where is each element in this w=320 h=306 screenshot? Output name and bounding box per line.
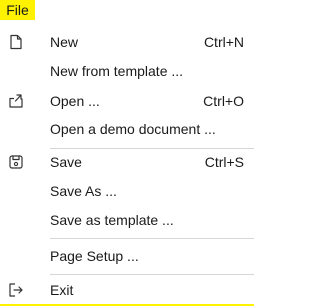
menu-item-new-from-template[interactable]: New from template ... — [0, 57, 254, 85]
file-menu-dropdown: New Ctrl+N New from template ... Open ..… — [0, 20, 254, 304]
menu-item-label: Open a demo document ... — [50, 121, 216, 137]
new-document-icon — [8, 34, 24, 50]
menu-item-shortcut: Ctrl+O — [203, 93, 244, 109]
menu-item-open[interactable]: Open ... Ctrl+O — [0, 87, 254, 115]
menu-item-label: Open ... — [50, 93, 100, 109]
menu-item-label: Exit — [50, 282, 74, 298]
menu-item-open-demo[interactable]: Open a demo document ... — [0, 115, 254, 143]
menu-item-label: Save — [50, 154, 82, 170]
exit-icon — [8, 282, 24, 298]
file-menu-tab[interactable]: File — [0, 0, 35, 20]
open-folder-icon — [8, 93, 24, 109]
menu-item-new[interactable]: New Ctrl+N — [0, 28, 254, 56]
menu-item-save-as[interactable]: Save As ... — [0, 177, 254, 205]
menu-item-save-as-template[interactable]: Save as template ... — [0, 206, 254, 234]
menu-item-shortcut: Ctrl+S — [204, 154, 244, 170]
menu-item-save[interactable]: Save Ctrl+S — [0, 148, 254, 176]
menu-item-label: Page Setup ... — [50, 248, 139, 264]
menu-item-exit[interactable]: Exit — [0, 276, 254, 304]
menu-separator — [50, 274, 254, 275]
menu-item-page-setup[interactable]: Page Setup ... — [0, 242, 254, 270]
menu-item-label: New — [50, 34, 79, 50]
save-icon — [8, 154, 24, 170]
menu-item-label: New from template ... — [50, 63, 184, 79]
menu-separator — [50, 238, 254, 239]
menu-item-label: Save as template ... — [50, 212, 174, 228]
menu-item-shortcut: Ctrl+N — [203, 34, 244, 50]
menu-item-label: Save As ... — [50, 183, 117, 199]
